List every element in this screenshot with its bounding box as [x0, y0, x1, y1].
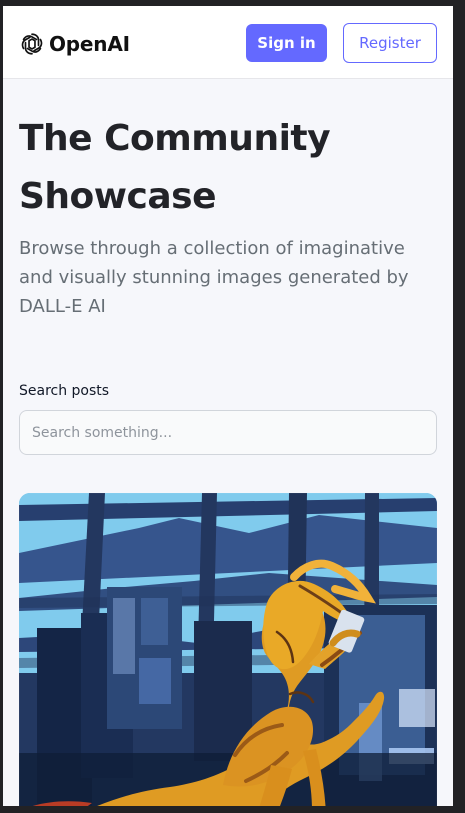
post-card[interactable] [19, 493, 437, 806]
search-label: Search posts [19, 383, 110, 399]
community-showcase-page: OpenAI Sign in Register The Community Sh… [3, 6, 453, 806]
page-subtitle: Browse through a collection of imaginati… [19, 238, 409, 317]
search-input[interactable] [19, 410, 437, 455]
brand-name: OpenAI [49, 32, 130, 56]
site-header: OpenAI Sign in Register [3, 6, 453, 79]
register-button[interactable]: Register [343, 23, 437, 63]
page-title: The Community Showcase [19, 118, 331, 217]
sign-in-button[interactable]: Sign in [246, 24, 327, 62]
openai-logo[interactable]: OpenAI [19, 30, 131, 58]
post-image[interactable] [19, 493, 437, 806]
openai-knot-icon [21, 33, 43, 55]
